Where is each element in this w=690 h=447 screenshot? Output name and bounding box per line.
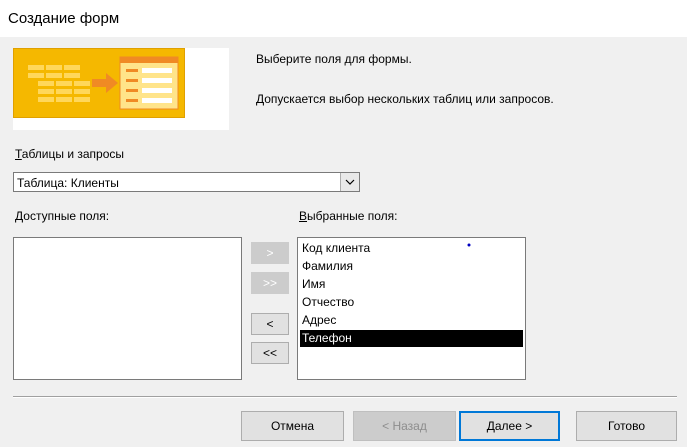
instruction-text: Выберите поля для формы. — [256, 52, 412, 66]
list-item[interactable]: Код клиента — [300, 240, 523, 257]
finish-button[interactable]: Готово — [576, 411, 677, 441]
tables-label-accelerator: Т — [15, 147, 22, 161]
available-fields-label: Доступные поля: — [15, 209, 109, 223]
cancel-button[interactable]: Отмена — [241, 411, 344, 441]
back-button[interactable]: < Назад — [353, 411, 456, 441]
tables-queries-combobox[interactable]: Таблица: Клиенты — [13, 172, 360, 192]
list-item[interactable]: Отчество — [300, 294, 523, 311]
instruction-subtext: Допускается выбор нескольких таблиц или … — [256, 92, 554, 106]
tables-label-text: аблицы и запросы — [21, 147, 125, 161]
remove-all-fields-button[interactable]: << — [251, 342, 289, 364]
selected-fields-label: Выбранные поля: — [299, 209, 398, 223]
form-wizard-banner-icon — [13, 48, 185, 118]
chevron-down-icon[interactable] — [340, 173, 359, 191]
selected-label-accelerator: В — [299, 209, 308, 223]
dot-marker — [467, 243, 471, 247]
add-field-button[interactable]: > — [251, 242, 289, 264]
window-title: Создание форм — [8, 10, 120, 27]
remove-field-button[interactable]: < — [251, 313, 289, 335]
selected-label-text: ыбранные поля: — [307, 209, 398, 223]
selected-fields-list[interactable]: Код клиента Фамилия Имя Отчество Адрес Т… — [297, 237, 526, 380]
combobox-value: Таблица: Клиенты — [17, 176, 119, 190]
title-bar: Создание форм — [0, 0, 690, 37]
next-button[interactable]: Далее > — [459, 411, 560, 441]
add-all-fields-button[interactable]: >> — [251, 272, 289, 294]
list-item[interactable]: Имя — [300, 276, 523, 293]
tables-queries-label: Таблицы и запросы — [15, 147, 124, 161]
list-item[interactable]: Фамилия — [300, 258, 523, 275]
list-item-selected[interactable]: Телефон — [300, 330, 523, 347]
list-item[interactable]: Адрес — [300, 312, 523, 329]
wizard-illustration — [13, 48, 229, 130]
available-label-text: оступные поля: — [23, 209, 110, 223]
available-fields-list[interactable] — [13, 237, 242, 380]
footer-divider — [13, 396, 677, 398]
